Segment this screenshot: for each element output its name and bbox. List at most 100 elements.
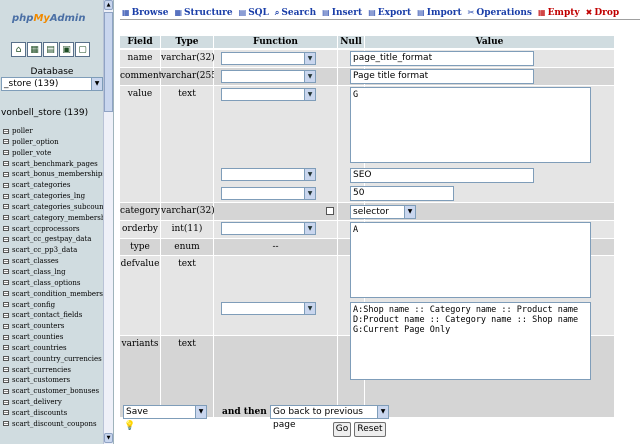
sidebar-table-label[interactable]: poller_option — [12, 138, 59, 146]
sidebar-table-label[interactable]: scart_category_memberships — [12, 214, 113, 222]
function-select-comment[interactable]: ▼ — [221, 70, 316, 83]
tab-operations[interactable]: ✂ Operations — [466, 6, 534, 19]
sidebar-table-item[interactable]: scart_class_options — [3, 278, 113, 289]
sql-window-icon[interactable]: ▤ — [43, 42, 58, 57]
sidebar-table-item[interactable]: scart_classes — [3, 256, 113, 267]
tab-browse[interactable]: ▦ Browse — [120, 6, 170, 19]
value-input-comment[interactable]: Page title format — [350, 69, 534, 84]
sidebar-table-label[interactable]: scart_class_lng — [12, 268, 66, 276]
help-icon[interactable]: ▢ — [75, 42, 90, 57]
value-textarea-defvalue[interactable]: A — [350, 222, 591, 298]
database-select[interactable]: _store (139) ▼ — [1, 77, 103, 91]
tab-sql[interactable]: ▤ SQL — [237, 6, 271, 19]
sidebar-table-item[interactable]: scart_categories_lng — [3, 191, 113, 202]
sidebar-table-label[interactable]: scart_condition_memberships — [12, 290, 113, 298]
sidebar-table-item[interactable]: scart_ccprocessors — [3, 224, 113, 235]
sidebar-table-label[interactable]: scart_categories_lng — [12, 192, 85, 200]
sidebar-table-item[interactable]: scart_class_lng — [3, 267, 113, 278]
sidebar-table-label[interactable]: poller — [12, 127, 33, 135]
table-icon[interactable] — [3, 302, 9, 307]
value-textarea-variants[interactable]: A:Shop name :: Category name :: Product … — [350, 302, 591, 380]
sidebar-table-label[interactable]: scart_customer_bonuses — [12, 387, 99, 395]
sidebar-table-item[interactable]: poller — [3, 126, 113, 137]
function-select-value[interactable]: ▼ — [221, 88, 316, 101]
table-icon[interactable] — [3, 280, 9, 286]
table-icon[interactable] — [3, 215, 9, 221]
sidebar-table-item[interactable]: poller_vote — [3, 148, 113, 159]
sidebar-table-label[interactable]: scart_currencies — [12, 366, 71, 374]
tab-search[interactable]: ⌕ Search — [273, 6, 318, 19]
null-checkbox-type[interactable] — [326, 207, 334, 215]
sidebar-table-item[interactable]: scart_currencies — [3, 365, 113, 376]
sidebar-table-item[interactable]: scart_cc_gestpay_data — [3, 234, 113, 245]
tab-empty[interactable]: ▦ Empty — [536, 6, 582, 19]
home-icon[interactable]: ⌂ — [11, 42, 26, 57]
scrollbar-thumb[interactable] — [104, 12, 113, 112]
table-icon[interactable] — [3, 204, 9, 210]
tab-insert[interactable]: ▤ Insert — [320, 6, 364, 19]
docs-icon[interactable]: ▣ — [59, 42, 74, 57]
sidebar-table-item[interactable]: scart_categories_subcount — [3, 202, 113, 213]
sidebar-table-label[interactable]: scart_classes — [12, 257, 59, 265]
sidebar-table-label[interactable]: scart_bonus_memberships — [12, 170, 106, 178]
table-icon[interactable] — [3, 291, 9, 297]
table-icon[interactable] — [3, 312, 9, 318]
go-button[interactable]: Go — [333, 422, 351, 437]
sidebar-table-item[interactable]: scart_discount_coupons — [3, 419, 113, 430]
sidebar-table-label[interactable]: scart_ccprocessors — [12, 225, 80, 233]
table-icon[interactable] — [3, 193, 9, 199]
table-icon[interactable] — [3, 399, 9, 405]
sidebar-table-item[interactable]: scart_customer_bonuses — [3, 386, 113, 397]
table-icon[interactable] — [3, 226, 9, 232]
sidebar-table-label[interactable]: scart_config — [12, 301, 55, 309]
table-icon[interactable] — [3, 388, 9, 394]
tab-import[interactable]: ▤ Import — [415, 6, 464, 19]
sidebar-table-label[interactable]: scart_categories — [12, 181, 70, 189]
function-select-variants[interactable]: ▼ — [221, 302, 316, 315]
sidebar-table-item[interactable]: scart_categories — [3, 180, 113, 191]
function-select-defvalue[interactable]: ▼ — [221, 222, 316, 235]
scroll-up-icon[interactable]: ▲ — [104, 0, 113, 10]
sidebar-table-item[interactable]: scart_countries — [3, 343, 113, 354]
value-select-type[interactable]: selector ▼ — [350, 205, 416, 219]
sidebar-table-item[interactable]: scart_delivery — [3, 397, 113, 408]
sidebar-table-label[interactable]: scart_country_currencies — [12, 355, 102, 363]
sidebar-table-item[interactable]: scart_counters — [3, 321, 113, 332]
sidebar-table-label[interactable]: poller_vote — [12, 149, 51, 157]
sidebar-table-label[interactable]: scart_delivery — [12, 398, 62, 406]
table-icon[interactable] — [3, 247, 9, 253]
table-icon[interactable] — [3, 377, 9, 383]
phpmyadmin-logo[interactable]: phpMyAdmin — [12, 13, 85, 24]
tab-export[interactable]: ▤ Export — [366, 6, 413, 19]
sidebar-table-label[interactable]: scart_countries — [12, 344, 67, 352]
sidebar-table-item[interactable]: scart_category_memberships — [3, 213, 113, 224]
sidebar-table-label[interactable]: scart_cc_pp3_data — [12, 246, 77, 254]
sidebar-table-label[interactable]: scart_cc_gestpay_data — [12, 235, 91, 243]
sidebar-table-label[interactable]: scart_customers — [12, 376, 70, 384]
table-icon[interactable] — [3, 150, 9, 156]
sidebar-table-item[interactable]: scart_counties — [3, 332, 113, 343]
sidebar-table-label[interactable]: scart_benchmark_pages — [12, 160, 98, 168]
function-select-category[interactable]: ▼ — [221, 168, 316, 181]
sidebar-table-label[interactable]: scart_counties — [12, 333, 63, 341]
sidebar-table-label[interactable]: scart_discount_coupons — [12, 420, 97, 428]
sidebar-table-item[interactable]: scart_discounts — [3, 408, 113, 419]
sidebar-table-item[interactable]: scart_condition_memberships — [3, 289, 113, 300]
sidebar-table-item[interactable]: scart_customers — [3, 375, 113, 386]
tab-structure[interactable]: ▦ Structure — [172, 6, 234, 19]
sidebar-table-item[interactable]: scart_config — [3, 300, 113, 311]
table-icon[interactable] — [3, 323, 9, 329]
reset-button[interactable]: Reset — [354, 422, 386, 437]
sidebar-table-item[interactable]: scart_benchmark_pages — [3, 159, 113, 170]
sidebar-table-item[interactable]: scart_contact_fields — [3, 310, 113, 321]
value-input-category[interactable]: SEO — [350, 168, 534, 183]
sidebar-table-item[interactable]: scart_country_currencies — [3, 354, 113, 365]
table-icon[interactable] — [3, 236, 9, 242]
function-select-orderby[interactable]: ▼ — [221, 187, 316, 200]
table-icon[interactable] — [3, 171, 9, 177]
sidebar-table-label[interactable]: scart_discounts — [12, 409, 67, 417]
value-input-name[interactable]: page_title_format — [350, 51, 534, 66]
table-icon[interactable] — [3, 410, 9, 416]
table-icon[interactable] — [3, 345, 9, 351]
table-icon[interactable] — [3, 128, 9, 134]
